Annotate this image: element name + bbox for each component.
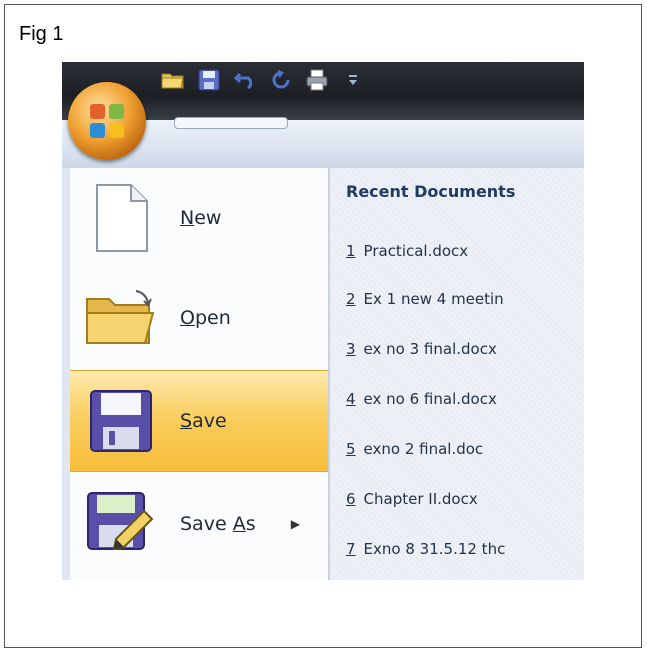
open-folder-icon (82, 279, 160, 357)
office-logo-icon (90, 104, 124, 138)
print-icon[interactable] (304, 68, 330, 92)
menu-label-save-as: Save As (180, 513, 256, 535)
menu-item-save-as[interactable]: Save As ▶ (70, 474, 328, 574)
menu-label-new: New (180, 207, 222, 229)
save-as-icon (82, 485, 160, 563)
submenu-arrow-icon: ▶ (290, 517, 300, 531)
save-disk-icon (82, 382, 160, 460)
file-menu-commands: New Open Save Save As ▶ (70, 168, 328, 580)
recent-document-item[interactable]: 6 Chapter II.docx (346, 490, 478, 508)
menu-item-new[interactable]: New (70, 168, 328, 268)
menu-label-open: Open (180, 307, 231, 329)
recent-document-item[interactable]: 7 Exno 8 31.5.12 thc (346, 540, 505, 558)
open-icon[interactable] (160, 68, 186, 92)
recent-document-item[interactable]: 5 exno 2 final.doc (346, 440, 483, 458)
ribbon-tab-hint (174, 117, 288, 129)
save-icon[interactable] (196, 68, 222, 92)
recent-document-item[interactable]: 3 ex no 3 final.docx (346, 340, 497, 358)
recent-document-item[interactable]: 1 Practical.docx (346, 242, 468, 260)
recent-documents-title: Recent Documents (346, 182, 516, 201)
menu-item-open[interactable]: Open (70, 268, 328, 368)
menu-label-save: Save (180, 410, 227, 432)
figure-label: Fig 1 (19, 23, 64, 45)
redo-icon[interactable] (268, 68, 294, 92)
recent-documents-pane: Recent Documents 1 Practical.docx 2 Ex 1 n… (330, 168, 584, 580)
recent-document-item[interactable]: 2 Ex 1 new 4 meetin (346, 290, 504, 308)
undo-icon[interactable] (232, 68, 258, 92)
office-button[interactable] (68, 82, 146, 160)
figure-frame: Fig 1 New Open Save Save As ▶ Recent Doc… (4, 4, 642, 648)
new-document-icon (82, 179, 160, 257)
menu-item-save[interactable]: Save (70, 370, 328, 472)
recent-document-item[interactable]: 4 ex no 6 final.docx (346, 390, 497, 408)
office-menu-screenshot: New Open Save Save As ▶ Recent Documents… (62, 62, 584, 580)
customize-dropdown-icon[interactable] (340, 68, 366, 92)
quick-access-toolbar (160, 68, 366, 92)
